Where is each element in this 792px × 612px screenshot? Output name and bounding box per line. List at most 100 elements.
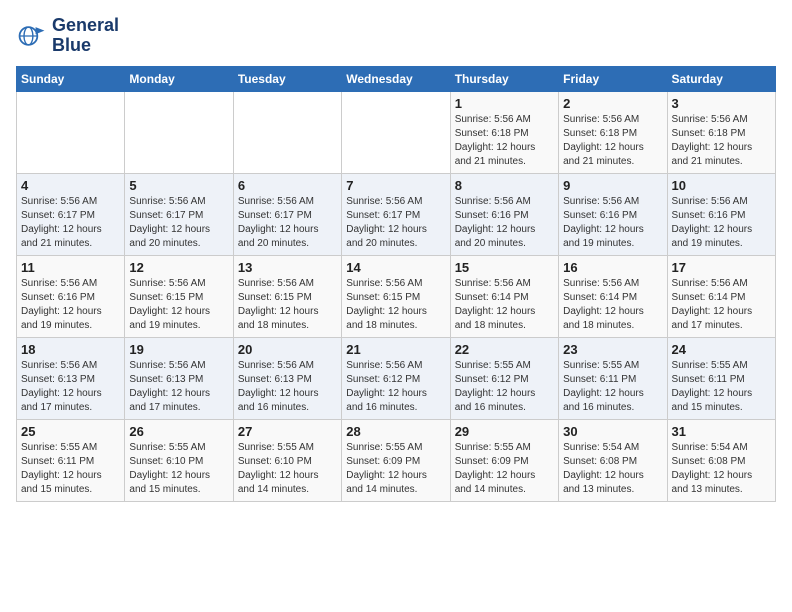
day-info: Sunrise: 5:56 AM Sunset: 6:18 PM Dayligh… bbox=[563, 113, 662, 169]
day-number: 10 bbox=[672, 178, 771, 193]
day-number: 6 bbox=[238, 178, 337, 193]
calendar-cell: 8 Sunrise: 5:56 AM Sunset: 6:16 PM Daylig… bbox=[450, 173, 558, 255]
day-number: 7 bbox=[346, 178, 445, 193]
day-number: 20 bbox=[238, 342, 337, 357]
page-header: General Blue bbox=[16, 16, 776, 56]
day-number: 11 bbox=[21, 260, 120, 275]
calendar-cell: 7 Sunrise: 5:56 AM Sunset: 6:17 PM Daylig… bbox=[342, 173, 450, 255]
calendar-cell: 12 Sunrise: 5:56 AM Sunset: 6:15 PM Dayli… bbox=[125, 255, 233, 337]
day-number: 19 bbox=[129, 342, 228, 357]
day-number: 22 bbox=[455, 342, 554, 357]
day-info: Sunrise: 5:56 AM Sunset: 6:16 PM Dayligh… bbox=[672, 195, 771, 251]
day-info: Sunrise: 5:55 AM Sunset: 6:11 PM Dayligh… bbox=[21, 441, 120, 497]
calendar-header-row: SundayMondayTuesdayWednesdayThursdayFrid… bbox=[17, 66, 776, 91]
calendar-cell: 31Sunrise: 5:54 AM Sunset: 6:08 PM Dayli… bbox=[667, 419, 775, 501]
day-number: 26 bbox=[129, 424, 228, 439]
calendar-table: SundayMondayTuesdayWednesdayThursdayFrid… bbox=[16, 66, 776, 502]
day-number: 17 bbox=[672, 260, 771, 275]
calendar-cell bbox=[17, 91, 125, 173]
day-number: 18 bbox=[21, 342, 120, 357]
day-info: Sunrise: 5:55 AM Sunset: 6:09 PM Dayligh… bbox=[346, 441, 445, 497]
day-info: Sunrise: 5:55 AM Sunset: 6:12 PM Dayligh… bbox=[455, 359, 554, 415]
calendar-week-row: 11 Sunrise: 5:56 AM Sunset: 6:16 PM Dayli… bbox=[17, 255, 776, 337]
day-info: Sunrise: 5:56 AM Sunset: 6:13 PM Dayligh… bbox=[129, 359, 228, 415]
calendar-cell: 28 Sunrise: 5:55 AM Sunset: 6:09 PM Dayli… bbox=[342, 419, 450, 501]
day-header-saturday: Saturday bbox=[667, 66, 775, 91]
day-info: Sunrise: 5:56 AM Sunset: 6:16 PM Dayligh… bbox=[455, 195, 554, 251]
day-info: Sunrise: 5:56 AM Sunset: 6:17 PM Dayligh… bbox=[129, 195, 228, 251]
day-header-tuesday: Tuesday bbox=[233, 66, 341, 91]
day-info: Sunrise: 5:56 AM Sunset: 6:13 PM Dayligh… bbox=[21, 359, 120, 415]
logo-text: General Blue bbox=[52, 16, 119, 56]
day-header-thursday: Thursday bbox=[450, 66, 558, 91]
day-header-friday: Friday bbox=[559, 66, 667, 91]
calendar-cell: 10 Sunrise: 5:56 AM Sunset: 6:16 PM Dayli… bbox=[667, 173, 775, 255]
day-info: Sunrise: 5:54 AM Sunset: 6:08 PM Dayligh… bbox=[563, 441, 662, 497]
calendar-cell: 23Sunrise: 5:55 AM Sunset: 6:11 PM Dayli… bbox=[559, 337, 667, 419]
calendar-cell: 6 Sunrise: 5:56 AM Sunset: 6:17 PM Daylig… bbox=[233, 173, 341, 255]
day-info: Sunrise: 5:55 AM Sunset: 6:11 PM Dayligh… bbox=[563, 359, 662, 415]
day-info: Sunrise: 5:55 AM Sunset: 6:10 PM Dayligh… bbox=[129, 441, 228, 497]
calendar-cell: 16 Sunrise: 5:56 AM Sunset: 6:14 PM Dayli… bbox=[559, 255, 667, 337]
day-number: 13 bbox=[238, 260, 337, 275]
day-number: 21 bbox=[346, 342, 445, 357]
day-info: Sunrise: 5:56 AM Sunset: 6:17 PM Dayligh… bbox=[346, 195, 445, 251]
calendar-week-row: 25Sunrise: 5:55 AM Sunset: 6:11 PM Dayli… bbox=[17, 419, 776, 501]
day-info: Sunrise: 5:56 AM Sunset: 6:17 PM Dayligh… bbox=[21, 195, 120, 251]
calendar-cell: 29 Sunrise: 5:55 AM Sunset: 6:09 PM Dayli… bbox=[450, 419, 558, 501]
calendar-cell: 11 Sunrise: 5:56 AM Sunset: 6:16 PM Dayli… bbox=[17, 255, 125, 337]
calendar-cell: 14 Sunrise: 5:56 AM Sunset: 6:15 PM Dayli… bbox=[342, 255, 450, 337]
calendar-cell: 4 Sunrise: 5:56 AM Sunset: 6:17 PM Daylig… bbox=[17, 173, 125, 255]
calendar-cell: 2 Sunrise: 5:56 AM Sunset: 6:18 PM Daylig… bbox=[559, 91, 667, 173]
day-number: 16 bbox=[563, 260, 662, 275]
day-info: Sunrise: 5:55 AM Sunset: 6:09 PM Dayligh… bbox=[455, 441, 554, 497]
calendar-cell: 25Sunrise: 5:55 AM Sunset: 6:11 PM Dayli… bbox=[17, 419, 125, 501]
calendar-cell: 22 Sunrise: 5:55 AM Sunset: 6:12 PM Dayli… bbox=[450, 337, 558, 419]
day-header-wednesday: Wednesday bbox=[342, 66, 450, 91]
day-info: Sunrise: 5:56 AM Sunset: 6:16 PM Dayligh… bbox=[21, 277, 120, 333]
day-header-monday: Monday bbox=[125, 66, 233, 91]
calendar-cell: 17 Sunrise: 5:56 AM Sunset: 6:14 PM Dayli… bbox=[667, 255, 775, 337]
day-number: 14 bbox=[346, 260, 445, 275]
logo-icon bbox=[16, 20, 48, 52]
day-info: Sunrise: 5:56 AM Sunset: 6:15 PM Dayligh… bbox=[238, 277, 337, 333]
logo: General Blue bbox=[16, 16, 119, 56]
day-number: 4 bbox=[21, 178, 120, 193]
calendar-cell: 20 Sunrise: 5:56 AM Sunset: 6:13 PM Dayli… bbox=[233, 337, 341, 419]
calendar-cell: 27Sunrise: 5:55 AM Sunset: 6:10 PM Dayli… bbox=[233, 419, 341, 501]
calendar-cell: 26 Sunrise: 5:55 AM Sunset: 6:10 PM Dayli… bbox=[125, 419, 233, 501]
calendar-week-row: 1Sunrise: 5:56 AM Sunset: 6:18 PM Daylig… bbox=[17, 91, 776, 173]
calendar-cell: 21 Sunrise: 5:56 AM Sunset: 6:12 PM Dayli… bbox=[342, 337, 450, 419]
day-info: Sunrise: 5:55 AM Sunset: 6:11 PM Dayligh… bbox=[672, 359, 771, 415]
day-info: Sunrise: 5:56 AM Sunset: 6:13 PM Dayligh… bbox=[238, 359, 337, 415]
day-number: 15 bbox=[455, 260, 554, 275]
day-number: 3 bbox=[672, 96, 771, 111]
day-info: Sunrise: 5:56 AM Sunset: 6:15 PM Dayligh… bbox=[129, 277, 228, 333]
day-number: 31 bbox=[672, 424, 771, 439]
day-number: 2 bbox=[563, 96, 662, 111]
day-number: 27 bbox=[238, 424, 337, 439]
day-info: Sunrise: 5:56 AM Sunset: 6:18 PM Dayligh… bbox=[455, 113, 554, 169]
day-info: Sunrise: 5:56 AM Sunset: 6:15 PM Dayligh… bbox=[346, 277, 445, 333]
day-number: 5 bbox=[129, 178, 228, 193]
day-number: 12 bbox=[129, 260, 228, 275]
day-number: 30 bbox=[563, 424, 662, 439]
day-info: Sunrise: 5:56 AM Sunset: 6:14 PM Dayligh… bbox=[672, 277, 771, 333]
calendar-week-row: 4 Sunrise: 5:56 AM Sunset: 6:17 PM Daylig… bbox=[17, 173, 776, 255]
day-number: 8 bbox=[455, 178, 554, 193]
calendar-cell: 30 Sunrise: 5:54 AM Sunset: 6:08 PM Dayli… bbox=[559, 419, 667, 501]
calendar-cell bbox=[125, 91, 233, 173]
day-number: 24 bbox=[672, 342, 771, 357]
day-number: 9 bbox=[563, 178, 662, 193]
calendar-cell: 3Sunrise: 5:56 AM Sunset: 6:18 PM Daylig… bbox=[667, 91, 775, 173]
day-info: Sunrise: 5:56 AM Sunset: 6:16 PM Dayligh… bbox=[563, 195, 662, 251]
day-info: Sunrise: 5:56 AM Sunset: 6:12 PM Dayligh… bbox=[346, 359, 445, 415]
day-info: Sunrise: 5:56 AM Sunset: 6:17 PM Dayligh… bbox=[238, 195, 337, 251]
day-info: Sunrise: 5:56 AM Sunset: 6:14 PM Dayligh… bbox=[563, 277, 662, 333]
calendar-cell: 13 Sunrise: 5:56 AM Sunset: 6:15 PM Dayli… bbox=[233, 255, 341, 337]
day-number: 29 bbox=[455, 424, 554, 439]
calendar-cell: 18 Sunrise: 5:56 AM Sunset: 6:13 PM Dayli… bbox=[17, 337, 125, 419]
day-number: 28 bbox=[346, 424, 445, 439]
calendar-cell: 19 Sunrise: 5:56 AM Sunset: 6:13 PM Dayli… bbox=[125, 337, 233, 419]
calendar-cell: 24 Sunrise: 5:55 AM Sunset: 6:11 PM Dayli… bbox=[667, 337, 775, 419]
